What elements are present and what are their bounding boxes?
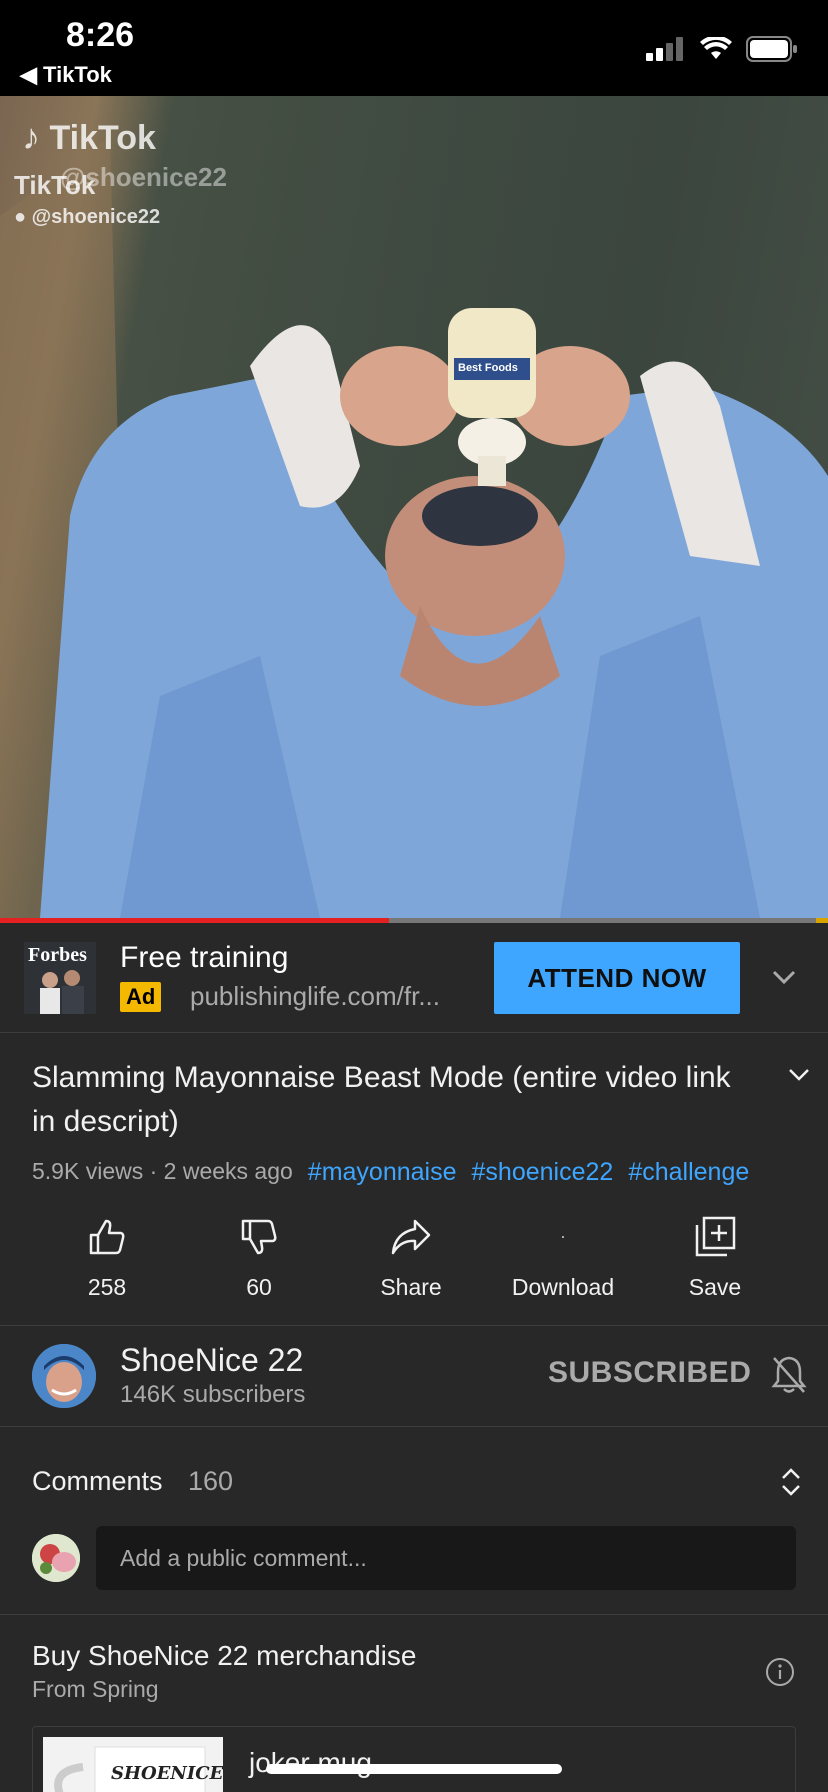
share-button[interactable]: Share xyxy=(341,1212,481,1301)
video-stats: 5.9K views · 2 weeks ago xyxy=(32,1158,293,1184)
info-icon[interactable] xyxy=(764,1656,796,1688)
add-to-playlist-icon xyxy=(695,1216,736,1257)
divider xyxy=(0,1614,828,1615)
video-player[interactable]: ♪ TikTok @shoenice22 TikTok ● @shoenice2… xyxy=(0,96,828,918)
expand-collapse-icon[interactable] xyxy=(780,1466,802,1498)
dislike-count: 60 xyxy=(246,1274,272,1300)
thumbs-down-icon xyxy=(241,1219,277,1255)
merch-item-name: joker mug xyxy=(249,1747,372,1778)
user-avatar xyxy=(32,1534,80,1582)
chevron-down-icon[interactable] xyxy=(770,963,798,991)
comments-count: 160 xyxy=(188,1466,234,1496)
user-avatar-image xyxy=(32,1534,80,1582)
ad-url: publishinglife.com/fr... xyxy=(190,981,441,1011)
video-title[interactable]: Slamming Mayonnaise Beast Mode (entire v… xyxy=(32,1056,752,1144)
video-meta: 5.9K views · 2 weeks ago #mayonnaise #sh… xyxy=(32,1158,749,1187)
download-button[interactable]: Download xyxy=(493,1212,633,1301)
divider xyxy=(0,1325,828,1326)
subscribed-button[interactable]: SUBSCRIBED xyxy=(548,1356,751,1390)
signal-icon xyxy=(646,37,683,61)
save-label: Save xyxy=(688,1274,742,1300)
hashtag-link[interactable]: #shoenice22 xyxy=(472,1158,614,1187)
merch-shelf-title: Buy ShoeNice 22 merchandise xyxy=(32,1640,417,1671)
status-time: 8:26 xyxy=(66,16,135,54)
download-icon xyxy=(562,1236,564,1238)
share-label: Share xyxy=(380,1274,442,1300)
ad-badge: Ad xyxy=(120,982,162,1012)
home-indicator[interactable] xyxy=(266,1764,562,1774)
tiktok-watermark-1: ♪ TikTok xyxy=(22,116,156,157)
ad-banner[interactable]: Forbes Free training Ad publishinglife.c… xyxy=(0,923,828,1033)
wifi-icon xyxy=(700,37,732,59)
attend-now-button[interactable]: ATTEND NOW xyxy=(494,942,740,1014)
dislike-button[interactable]: 60 xyxy=(189,1212,329,1301)
channel-avatar[interactable] xyxy=(32,1344,96,1408)
expand-description-chevron-icon[interactable] xyxy=(786,1062,812,1088)
status-bar: 8:26 ◀ TikTok xyxy=(0,0,828,96)
battery-icon xyxy=(746,36,797,62)
subscriber-count: 146K subscribers xyxy=(120,1381,306,1408)
bottle-label: Best Foods xyxy=(458,362,518,374)
ad-thumb-people xyxy=(40,970,84,1014)
system-icons xyxy=(646,36,798,62)
merch-shelf-subtitle: From Spring xyxy=(32,1676,159,1702)
channel-name[interactable]: ShoeNice 22 xyxy=(120,1342,303,1379)
hashtag-link[interactable]: #challenge xyxy=(628,1158,749,1187)
back-to-app-link[interactable]: ◀ TikTok xyxy=(20,62,112,88)
like-button[interactable]: 258 xyxy=(37,1212,177,1301)
thumbs-up-icon xyxy=(89,1219,125,1255)
merch-item-image-text: SHOENICE22 xyxy=(111,1763,223,1784)
merch-item-image: SHOENICE22 xyxy=(43,1737,223,1792)
download-label: Download xyxy=(511,1274,615,1300)
back-app-label: TikTok xyxy=(43,62,112,87)
back-triangle-icon: ◀ xyxy=(20,62,37,87)
like-count: 258 xyxy=(87,1274,127,1300)
tiktok-watermark-2: TikTok xyxy=(14,170,96,200)
channel-avatar-face xyxy=(32,1344,96,1408)
ad-thumbnail: Forbes xyxy=(24,942,96,1014)
divider xyxy=(0,1426,828,1427)
merch-item-card[interactable]: SHOENICE22 joker mug xyxy=(32,1726,796,1792)
action-row: 258 60 Share Download Save xyxy=(0,1212,828,1326)
ad-title: Free training xyxy=(120,941,289,974)
comments-label[interactable]: Comments xyxy=(32,1466,163,1497)
tiktok-logo-icon: ♪ xyxy=(22,116,40,157)
comment-input[interactable] xyxy=(96,1526,796,1590)
user-icon: ● xyxy=(14,206,27,228)
share-arrow-icon xyxy=(391,1219,431,1255)
notification-bell-off-icon[interactable] xyxy=(770,1354,808,1394)
tiktok-handle-watermark-2: ● @shoenice22 xyxy=(14,206,161,228)
hashtag-link[interactable]: #mayonnaise xyxy=(308,1158,457,1187)
save-button[interactable]: Save xyxy=(645,1212,785,1301)
